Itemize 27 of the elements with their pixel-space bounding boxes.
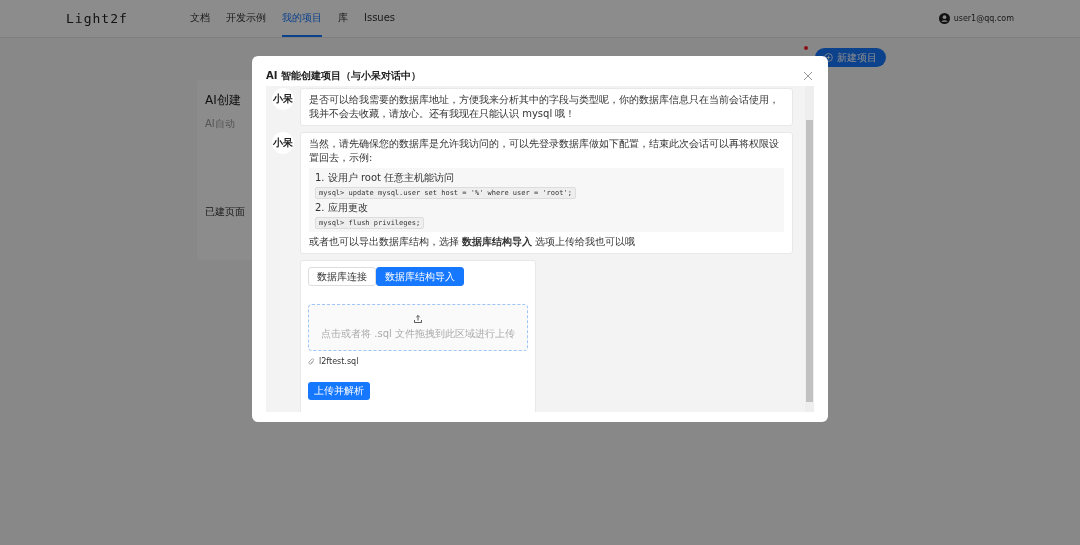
scrollbar[interactable] <box>805 86 814 412</box>
upload-parse-button[interactable]: 上传并解析 <box>308 382 370 400</box>
modal-title: AI 智能创建项目（与小呆对话中） <box>266 69 421 83</box>
nav-item[interactable]: 文档 <box>190 0 210 37</box>
nav-item[interactable]: Issues <box>364 0 396 37</box>
sender-avatar: 小呆 <box>272 88 294 110</box>
file-name[interactable]: l2ftest.sql <box>319 357 359 366</box>
segment-tab[interactable]: 数据库连接 <box>308 267 376 286</box>
paperclip-icon <box>308 357 315 366</box>
nav-item[interactable]: 我的项目 <box>282 0 322 37</box>
sender-avatar: 小呆 <box>272 132 294 154</box>
user-email[interactable]: user1@qq.com <box>953 14 1014 23</box>
upload-icon <box>414 314 422 323</box>
step-text: 2. 应用更改 <box>315 201 369 215</box>
user-avatar-icon[interactable] <box>938 13 950 24</box>
segment-tab[interactable]: 数据库结构导入 <box>376 267 464 286</box>
logo[interactable]: Light2f <box>66 11 190 26</box>
nav-item[interactable]: 开发示例 <box>226 0 266 37</box>
card-title: AI创建 <box>205 92 241 109</box>
step-text: 1. 设用户 root 任意主机能访问 <box>315 171 456 185</box>
notification-dot <box>804 46 808 50</box>
message-text: 当然，请先确保您的数据库是允许我访问的，可以先登录数据库做如下配置，结束此次会话可以再将权限设置回去，示例: <box>309 137 780 165</box>
message-text: 或者也可以导出数据库结构，选择 数据库结构导入 选项上传给我也可以哦 <box>309 235 637 249</box>
nav-item[interactable]: 库 <box>338 0 348 37</box>
pages-label: 已建页面 <box>205 205 245 219</box>
close-button[interactable] <box>802 70 814 82</box>
message-text: 是否可以给我需要的数据库地址，方便我来分析其中的字段与类型呢，你的数据库信息只在当前会话使用，我并不会去收藏，请放心。还有我现在只能认识 mysql 哦！ <box>309 93 780 121</box>
